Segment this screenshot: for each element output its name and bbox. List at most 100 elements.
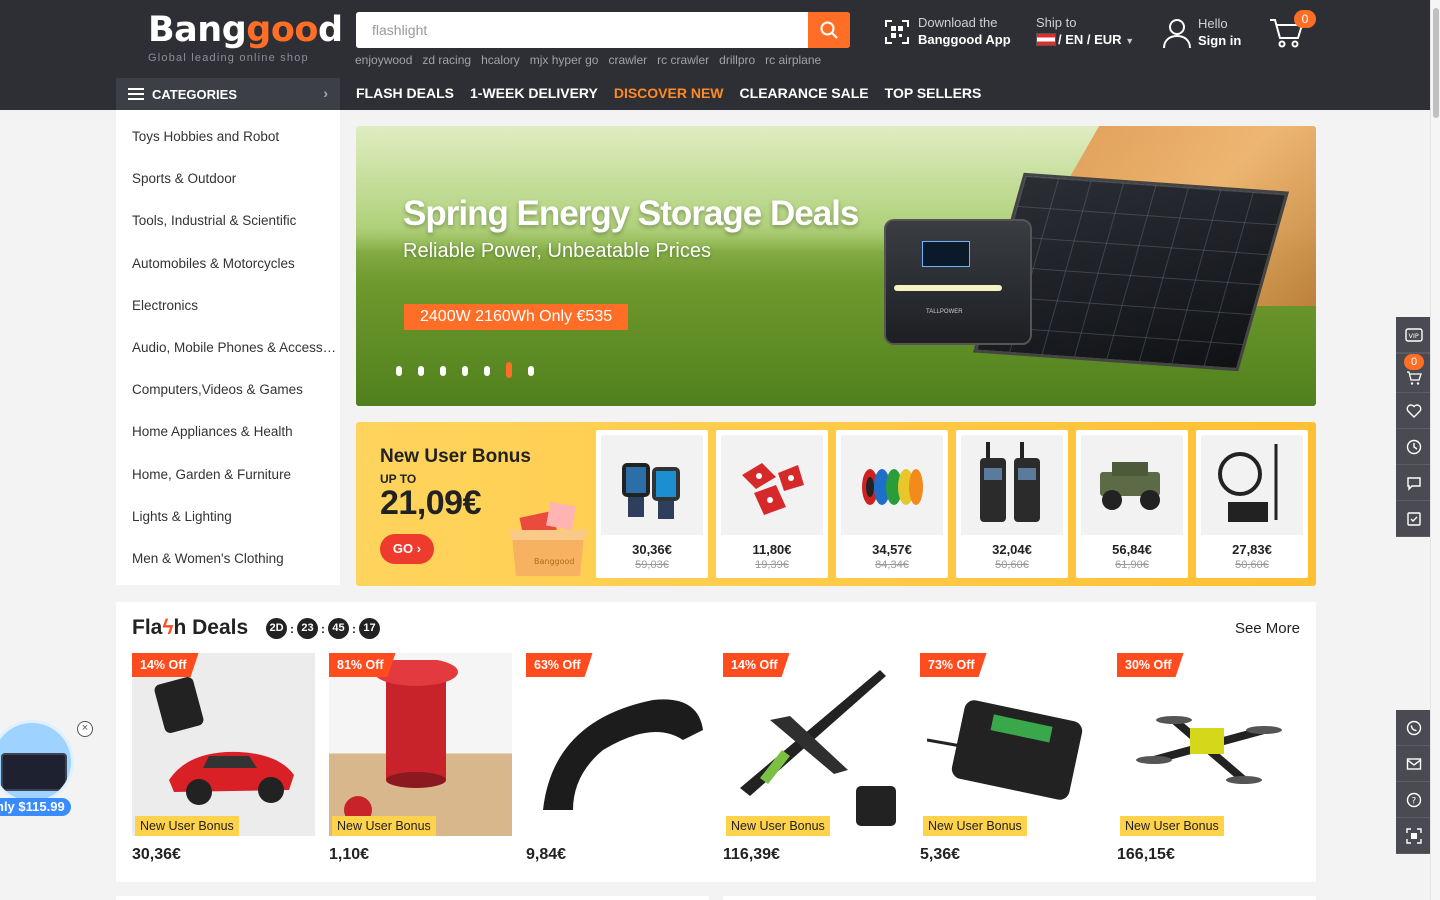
red-peg-icon: [343, 659, 458, 824]
carousel-dot[interactable]: [462, 366, 468, 376]
rc-car-icon: [154, 676, 294, 805]
red-clamp-icon: [742, 463, 804, 515]
deal-card[interactable]: 73% Off New User Bonus 5,36€: [920, 653, 1103, 864]
download-app-link[interactable]: Download the Banggood App: [884, 15, 1011, 48]
floating-promo[interactable]: nly $115.99: [0, 720, 74, 818]
flash-deal-list: 14% Off New User Bonus 30,36€ 81% Off Ne…: [132, 653, 1300, 864]
nav-clearance-sale[interactable]: CLEARANCE SALE: [740, 85, 869, 101]
power-station-image: TALLPOWER: [884, 219, 1032, 345]
bonus-product-card[interactable]: 27,83€ 50,60€: [1196, 430, 1308, 578]
account-link[interactable]: Hello Sign in: [1162, 16, 1241, 49]
vip-icon: VIP: [1405, 327, 1423, 342]
smartwatch-icon: [622, 463, 680, 519]
qr-code-icon: [885, 19, 909, 44]
category-item[interactable]: Home, Garden & Furniture: [116, 458, 340, 500]
hot-search-words: enjoywood zd racing hcalory mjx hyper go…: [355, 53, 821, 67]
bonus-price: 11,80€: [752, 542, 792, 557]
hello-text: Hello: [1198, 16, 1228, 31]
side-cart-button[interactable]: 0: [1396, 353, 1432, 393]
scrollbar-thumb[interactable]: [1433, 8, 1439, 118]
category-item[interactable]: Home Appliances & Health: [116, 415, 340, 457]
nav-1-week-delivery[interactable]: 1-WEEK DELIVERY: [470, 85, 598, 101]
nav-top-sellers[interactable]: TOP SELLERS: [885, 85, 982, 101]
nav-flash-deals[interactable]: FLASH DEALS: [356, 85, 454, 101]
banner-title: Spring Energy Storage Deals: [403, 194, 859, 233]
scan-qr-icon: [1406, 827, 1422, 844]
discount-badge: 63% Off: [526, 653, 593, 677]
bonus-product-card[interactable]: 30,36€ 59,03€: [596, 430, 708, 578]
chat-button[interactable]: [1396, 465, 1432, 501]
bonus-go-button[interactable]: GO ›: [380, 534, 434, 564]
whatsapp-button[interactable]: [1396, 710, 1432, 746]
hot-word-link[interactable]: enjoywood: [355, 53, 412, 67]
austria-flag-icon: [1036, 33, 1056, 46]
category-item[interactable]: Computers,Videos & Games: [116, 373, 340, 415]
rc-receiver-icon: [926, 699, 1082, 800]
page-scrollbar[interactable]: [1430, 0, 1440, 900]
new-user-bonus-badge: New User Bonus: [726, 816, 830, 836]
history-button[interactable]: [1396, 429, 1432, 465]
cart-button[interactable]: 0: [1268, 10, 1316, 54]
svg-text:VIP: VIP: [1409, 332, 1419, 340]
hot-word-link[interactable]: hcalory: [481, 53, 520, 67]
deal-card[interactable]: 81% Off New User Bonus 1,10€: [329, 653, 512, 864]
close-icon[interactable]: ×: [77, 721, 93, 737]
deal-price: 5,36€: [920, 846, 961, 863]
bonus-price: 32,04€: [992, 542, 1032, 557]
hot-word-link[interactable]: drillpro: [719, 53, 755, 67]
hot-word-link[interactable]: mjx hyper go: [530, 53, 599, 67]
timer-hours: 23: [297, 618, 318, 639]
deal-card[interactable]: 14% Off New User Bonus 30,36€: [132, 653, 315, 864]
bonus-product-card[interactable]: 32,04€ 50,60€: [956, 430, 1068, 578]
category-item[interactable]: Lights & Lighting: [116, 500, 340, 542]
see-more-link[interactable]: See More: [1235, 620, 1300, 637]
sign-in-link[interactable]: Sign in: [1198, 32, 1241, 49]
search-button[interactable]: [808, 12, 850, 48]
right-toolbar-top: VIP 0: [1396, 317, 1432, 537]
nav-discover-new[interactable]: DISCOVER NEW: [614, 85, 724, 101]
category-item[interactable]: Sports & Outdoor: [116, 162, 340, 204]
vip-button[interactable]: VIP: [1396, 317, 1432, 353]
carousel-dot[interactable]: [396, 366, 402, 376]
category-item[interactable]: Automobiles & Motorcycles: [116, 247, 340, 289]
categories-toggle[interactable]: CATEGORIES ›: [116, 78, 340, 110]
category-list: Toys Hobbies and Robot Sports & Outdoor …: [116, 110, 340, 585]
carousel-dot[interactable]: [440, 366, 446, 376]
bonus-old-price: 84,34€: [875, 559, 909, 571]
category-item[interactable]: Toys Hobbies and Robot: [116, 120, 340, 162]
help-button[interactable]: ?: [1396, 782, 1432, 818]
carousel-dot[interactable]: [528, 366, 534, 376]
hot-word-link[interactable]: rc crawler: [657, 53, 709, 67]
category-item[interactable]: Electronics: [116, 289, 340, 331]
carousel-dot[interactable]: [418, 366, 424, 376]
carousel-dot[interactable]: [484, 366, 490, 376]
bonus-product-card[interactable]: 56,84€ 61,90€: [1076, 430, 1188, 578]
bonus-product-card[interactable]: 11,80€ 19,39€: [716, 430, 828, 578]
search-input[interactable]: [356, 12, 808, 48]
deal-card[interactable]: 63% Off 9,84€: [526, 653, 709, 864]
email-button[interactable]: [1396, 746, 1432, 782]
wishlist-button[interactable]: [1396, 393, 1432, 429]
hot-word-link[interactable]: rc airplane: [765, 53, 821, 67]
hot-word-link[interactable]: zd racing: [422, 53, 471, 67]
ship-to-selector[interactable]: Ship to / EN / EUR ▼: [1036, 15, 1134, 50]
new-user-bonus-badge: New User Bonus: [1120, 816, 1224, 836]
survey-button[interactable]: [1396, 501, 1432, 537]
hot-word-link[interactable]: crawler: [608, 53, 647, 67]
scan-button[interactable]: [1396, 818, 1432, 854]
whatsapp-icon: [1406, 720, 1422, 735]
category-item[interactable]: Tools, Industrial & Scientific: [116, 204, 340, 246]
floating-promo-price: nly $115.99: [0, 798, 71, 816]
menu-icon: [128, 88, 144, 100]
banner-promo[interactable]: 2400W 2160Wh Only €535: [404, 304, 629, 330]
bonus-product-card[interactable]: 34,57€ 84,34€: [836, 430, 948, 578]
category-item[interactable]: Men & Women's Clothing: [116, 542, 340, 584]
deal-card[interactable]: 30% Off New User Bonus 166,15€: [1117, 653, 1300, 864]
carousel-dot-active[interactable]: [506, 362, 512, 378]
deal-card[interactable]: 14% Off New User Bonus 116,39€: [723, 653, 906, 864]
right-toolbar-bottom: ?: [1396, 710, 1432, 854]
banggood-logo[interactable]: Banggood Global leading online shop: [148, 10, 343, 64]
hero-banner[interactable]: TALLPOWER Spring Energy Storage Deals Re…: [356, 126, 1316, 406]
gift-box-icon: Banggood: [504, 490, 592, 578]
category-item[interactable]: Audio, Mobile Phones & Accessories: [116, 331, 340, 373]
